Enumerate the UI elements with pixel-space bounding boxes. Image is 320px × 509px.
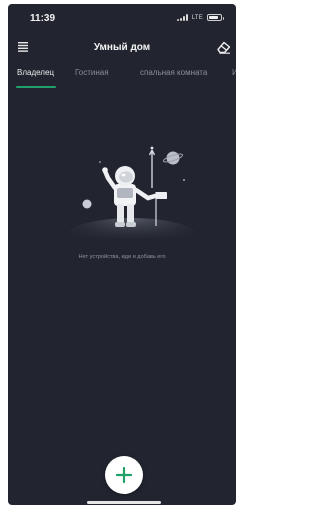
app-header: Умный дом [8,34,236,62]
room-tabs: Владелец Гостиная спальная комната И [8,68,236,92]
app-screen: 11:39 LTE Умный дом Владелец Гостиная сп… [8,4,236,505]
astronaut-illustration [60,140,200,258]
battery-icon [207,14,224,21]
status-bar: 11:39 LTE [8,4,236,32]
tab-bedroom[interactable]: спальная комната [140,68,207,77]
plus-icon [115,466,133,484]
signal-icon [176,14,188,21]
tab-living-room[interactable]: Гостиная [75,68,109,77]
add-device-button[interactable] [105,456,143,494]
network-label: LTE [191,14,203,21]
home-indicator [87,501,161,504]
tab-next[interactable]: И [232,68,236,77]
status-indicators: LTE [176,14,224,21]
status-time: 11:39 [30,13,56,24]
empty-state-message: Нет устройства, иди и добавь его [78,254,166,260]
eraser-icon[interactable] [215,39,232,55]
tab-owner[interactable]: Владелец [17,68,54,77]
active-tab-indicator [16,86,56,88]
page-title: Умный дом [93,42,151,53]
battery-level [209,16,219,19]
